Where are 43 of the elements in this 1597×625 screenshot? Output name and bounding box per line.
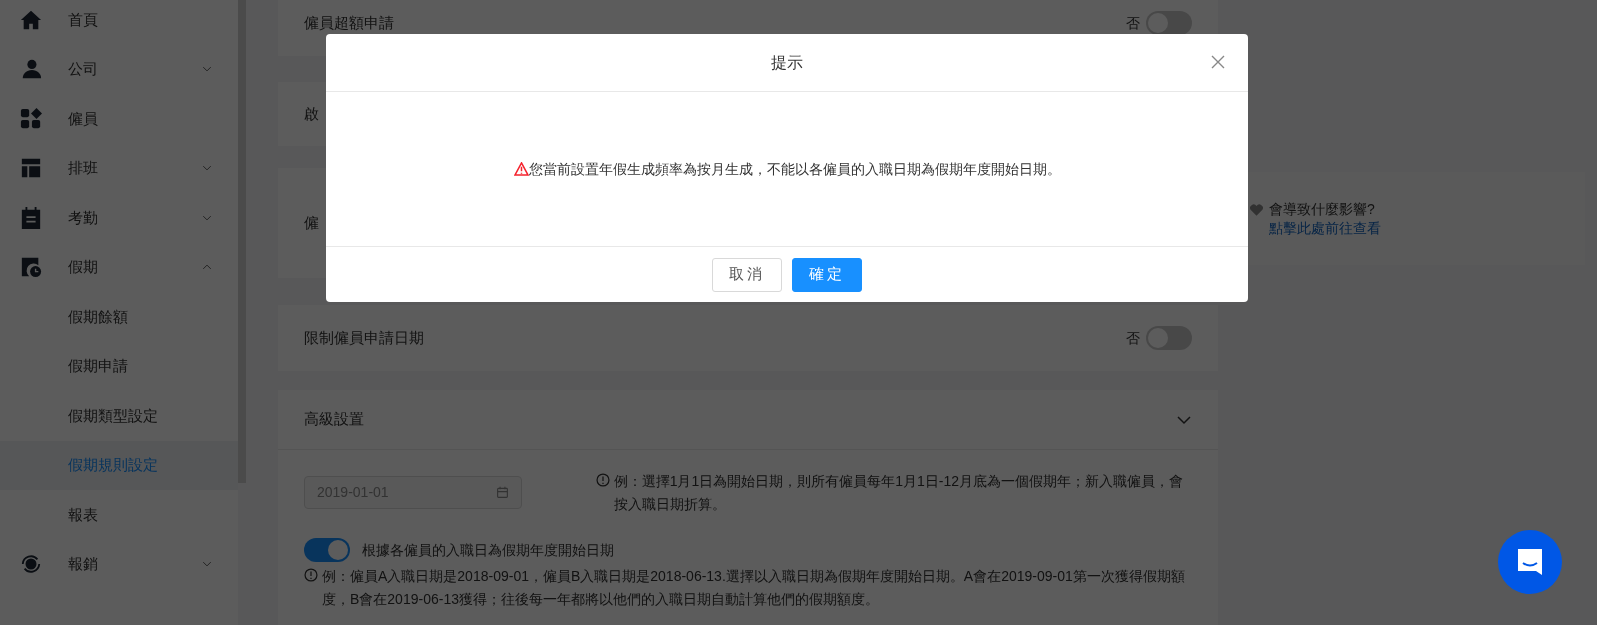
refresh-icon <box>20 553 42 576</box>
hint-question: 會導致什麼影響? <box>1269 200 1376 219</box>
sidebar-item[interactable]: 考勤 <box>0 193 238 243</box>
warning-icon <box>513 162 529 176</box>
calendar-icon <box>495 486 509 499</box>
calendar-icon <box>20 206 42 229</box>
toggle-switch[interactable] <box>304 538 350 562</box>
setting-title: 僱員超額申請 <box>304 12 394 33</box>
sidebar-item[interactable]: 假期 <box>0 242 238 292</box>
note-text: 例：選擇1月1日為開始日期，則所有僱員每年1月1日-12月底為一個假期年；新入職僱員，會按入職日期折算。 <box>613 472 1184 514</box>
grid-icon <box>20 107 42 130</box>
close-button[interactable] <box>1210 54 1226 70</box>
confirm-button[interactable]: 確定 <box>792 257 862 292</box>
switch-label: 根據各僱員的入職日為假期年度開始日期 <box>362 540 614 560</box>
sidebar-item[interactable]: 假期規則設定 <box>0 440 238 490</box>
toggle-switch[interactable] <box>1146 11 1192 35</box>
clock-icon <box>20 256 42 279</box>
heart-icon <box>1250 204 1263 216</box>
hint-link[interactable]: 點擊此處前往查看 <box>1269 219 1381 238</box>
switch-label: 否 <box>1126 328 1140 348</box>
sidebar-item[interactable]: 首頁 <box>0 0 238 45</box>
note-text: 例：僱員A入職日期是2018-09-01，僱員B入職日期是2018-06-13.選擇以入職日期為假期年度開始日期。A會在2019-09-01第一次獲得假期額度，B會在2019-06-13獲得；往後每一年都將以他們的入職日期自動計算他們的假期額度。 <box>322 567 1186 609</box>
setting-title: 啟 <box>304 103 319 124</box>
setting-title: 限制僱員申請日期 <box>304 327 424 348</box>
sidebar-item[interactable]: 假期餘額 <box>0 292 238 342</box>
sidebar-item[interactable]: 假期申請 <box>0 341 238 391</box>
users-icon <box>20 58 42 81</box>
layout-icon <box>20 157 42 180</box>
info-icon <box>304 568 318 582</box>
sidebar-item[interactable]: 僱員 <box>0 94 238 144</box>
home-icon <box>20 8 42 31</box>
setting-title: 僱 <box>304 212 319 233</box>
info-icon <box>595 473 610 487</box>
sidebar-item[interactable]: 公司 <box>0 44 238 94</box>
switch-label: 否 <box>1126 13 1140 33</box>
sidebar-item[interactable]: 報表 <box>0 490 238 540</box>
sidebar-item[interactable]: 假期類型設定 <box>0 391 238 441</box>
sidebar-item[interactable]: 排班 <box>0 143 238 193</box>
dialog-title: 提示 <box>771 52 803 73</box>
sidebar-item[interactable]: 報銷 <box>0 539 238 589</box>
advanced-header[interactable]: 高級設置 <box>278 390 1218 450</box>
cancel-button[interactable]: 取消 <box>712 257 782 292</box>
dialog-message: 您當前設置年假生成頻率為按月生成，不能以各僱員的入職日期為假期年度開始日期。 <box>528 159 1061 179</box>
